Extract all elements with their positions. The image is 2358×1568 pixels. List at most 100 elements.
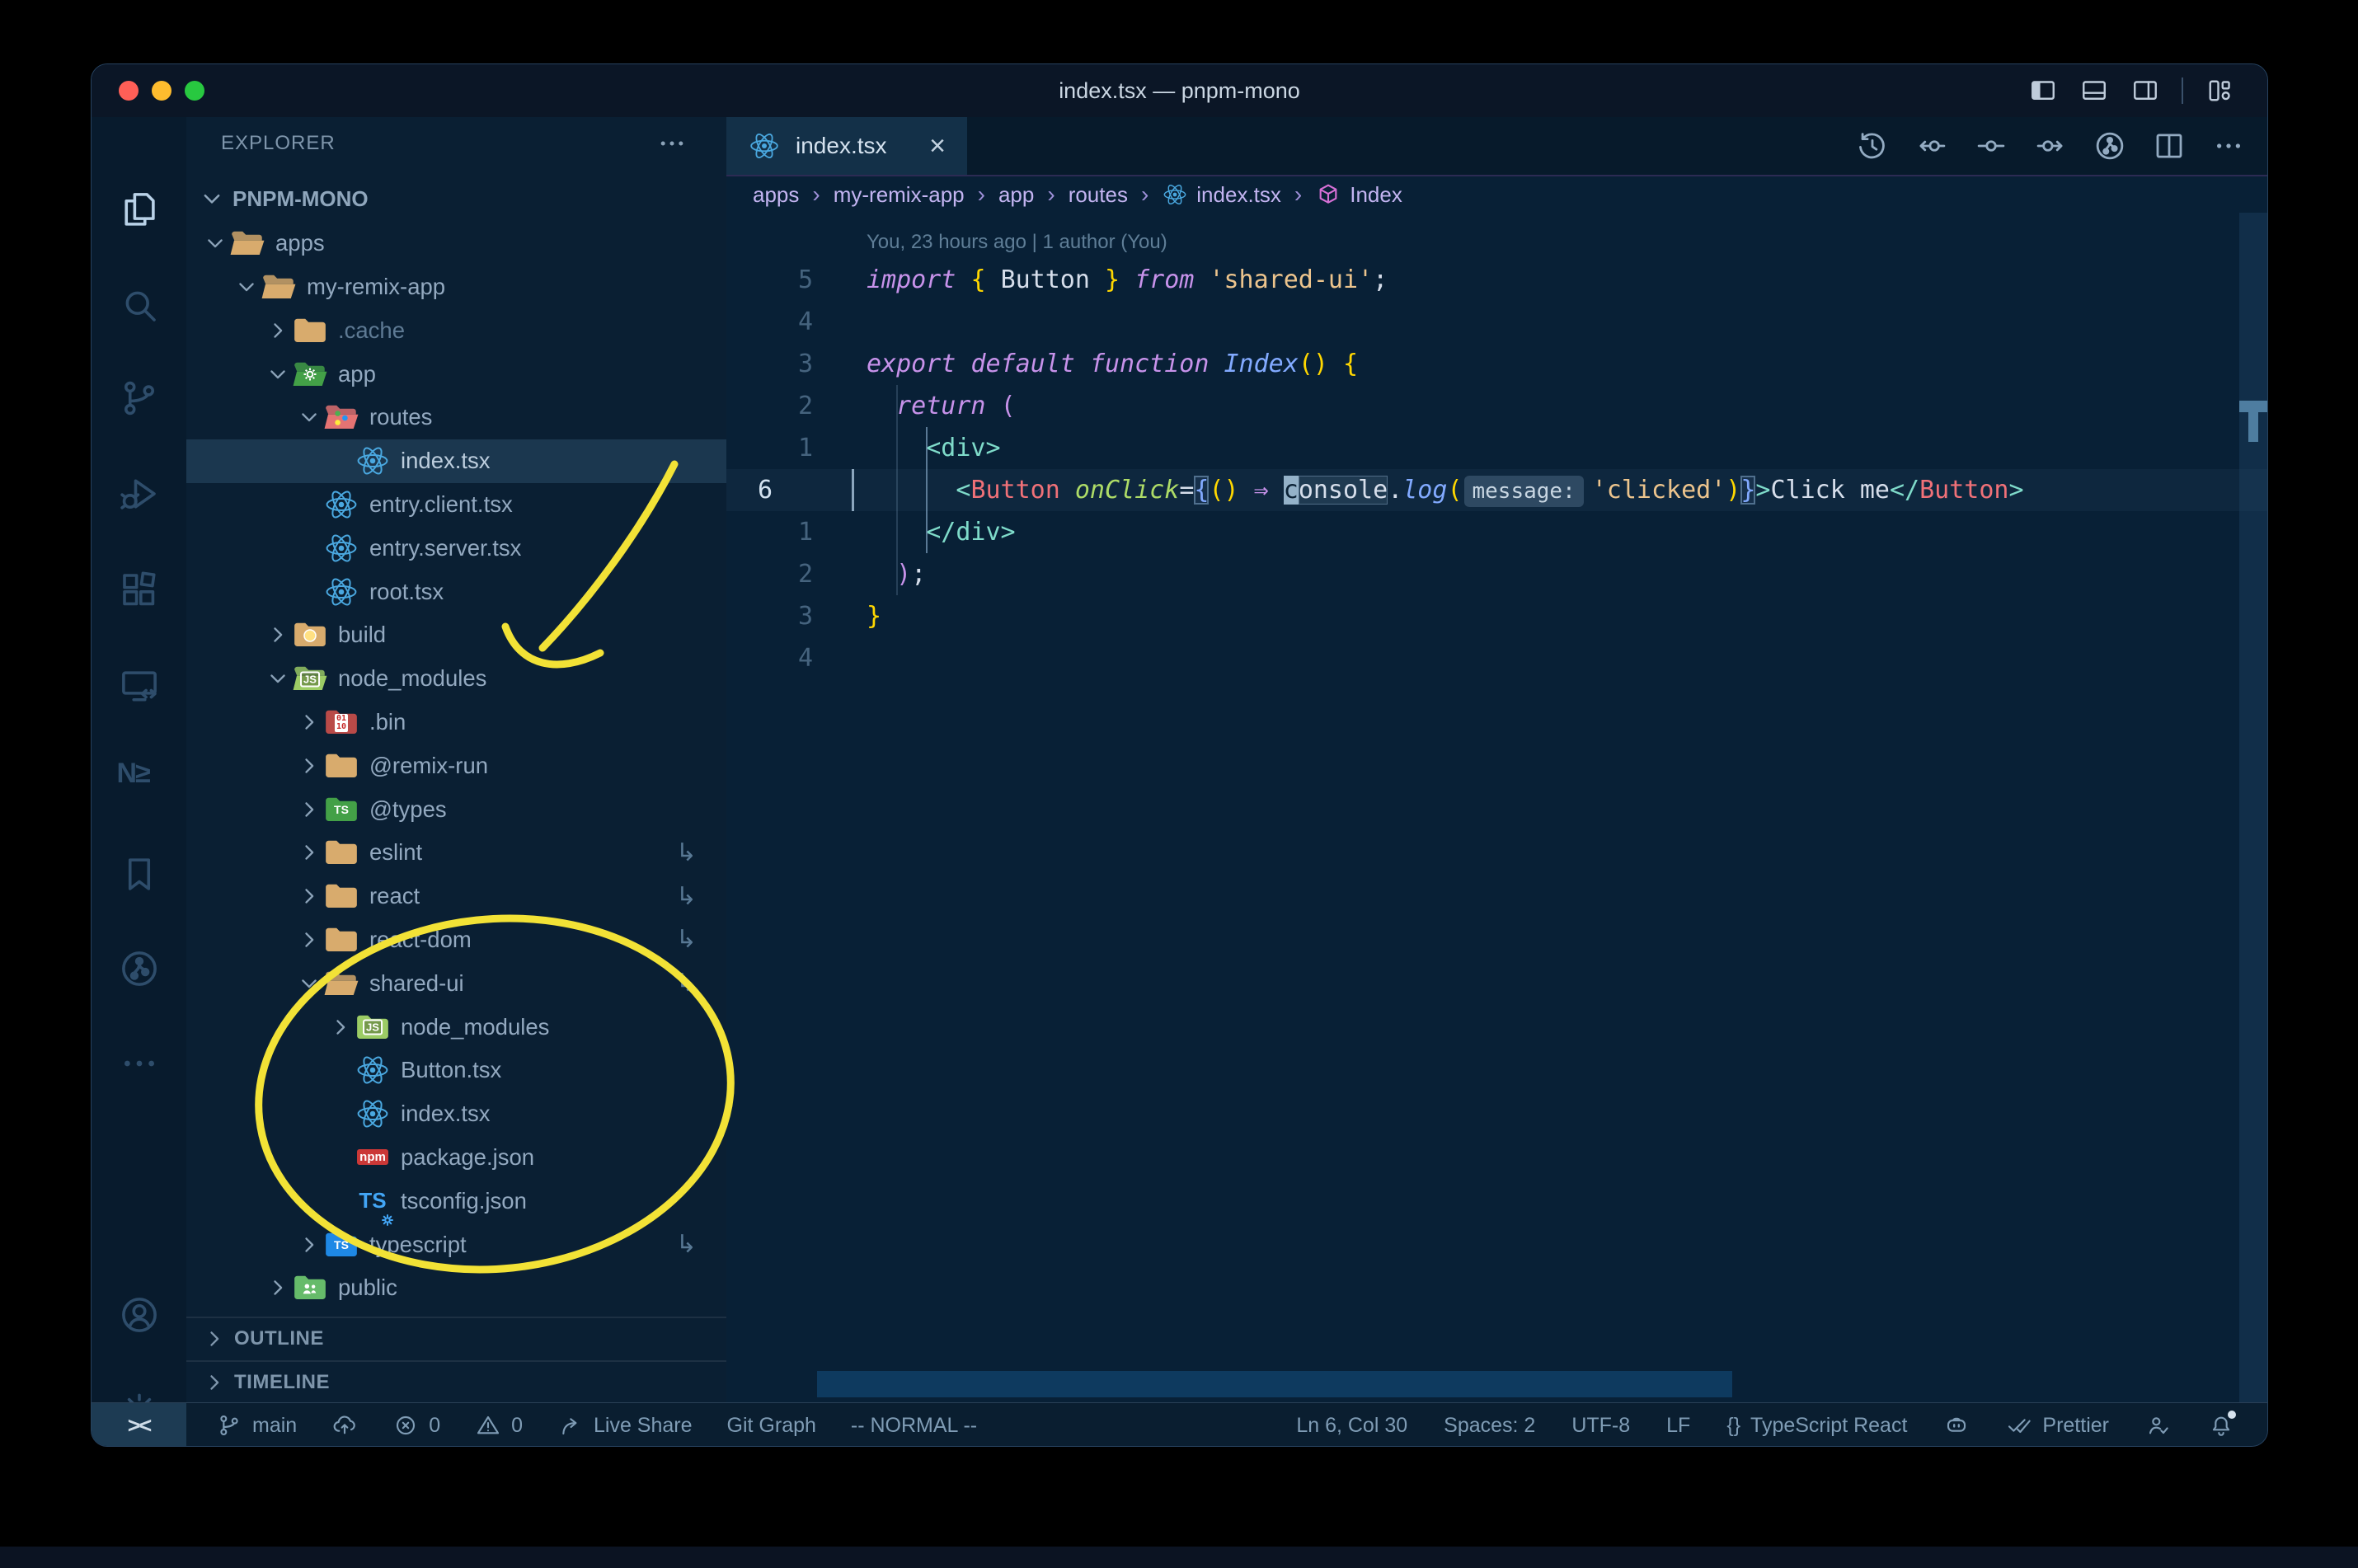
status-vim-mode[interactable]: -- NORMAL -- (851, 1414, 977, 1438)
tree-item-apps[interactable]: apps (186, 222, 726, 265)
status-branch[interactable]: main (216, 1412, 297, 1439)
status-git-graph[interactable]: Git Graph (727, 1414, 816, 1438)
views-and-more-actions-button[interactable] (655, 127, 688, 160)
tree-item-tsconfig-json[interactable]: TS tsconfig.json (186, 1179, 726, 1226)
close-window-button[interactable] (119, 81, 139, 101)
double-check-icon (2006, 1412, 2032, 1439)
status-live-share[interactable]: Live Share (557, 1412, 693, 1439)
breadcrumb-item-apps[interactable]: apps (753, 182, 799, 208)
chevron-right-icon (298, 841, 321, 864)
status-problems-errors[interactable]: 0 (392, 1412, 440, 1439)
horizontal-scrollbar[interactable] (817, 1371, 1732, 1397)
tree-item-index-tsx[interactable]: index.tsx (186, 1092, 726, 1136)
tree-item-button-tsx[interactable]: Button.tsx (186, 1049, 726, 1092)
remote-indicator[interactable]: >< (92, 1403, 186, 1446)
activity-item-more-views[interactable] (92, 1026, 186, 1101)
tree-item-typescript[interactable]: TS typescript ↳ (186, 1223, 726, 1266)
status-publish[interactable] (331, 1412, 358, 1439)
gitlens-codelens[interactable]: You, 23 hours ago | 1 author (You) (726, 226, 2267, 259)
tree-item-label: index.tsx (401, 1101, 491, 1127)
status-eol[interactable]: LF (1666, 1414, 1690, 1438)
breadcrumb-item-routes[interactable]: routes (1069, 182, 1128, 208)
breadcrumb-item-app[interactable]: app (998, 182, 1034, 208)
vertical-scrollbar[interactable] (2239, 213, 2267, 1402)
tree-item-label: node_modules (401, 1013, 550, 1040)
react-icon (355, 444, 391, 477)
ellipsis-icon[interactable] (2211, 129, 2246, 163)
tree-item--bin[interactable]: 01 10 .bin (186, 700, 726, 744)
code-line: 3 export default function Index() { (726, 343, 2267, 385)
activity-item-extensions[interactable] (92, 553, 186, 627)
status-feedback[interactable] (2145, 1412, 2172, 1439)
activity-item-remote-explorer[interactable] (92, 650, 186, 724)
status-language-mode[interactable]: {} TypeScript React (1726, 1414, 1907, 1438)
react-icon (355, 1054, 391, 1087)
tree-item-root-tsx[interactable]: root.tsx (186, 570, 726, 613)
layout-sidebar-right-icon[interactable] (2130, 76, 2160, 106)
previous-change-icon[interactable] (1914, 129, 1949, 163)
tree-item--types[interactable]: TS @types (186, 787, 726, 831)
status-prettier[interactable]: Prettier (2006, 1412, 2109, 1439)
layout-panel-icon[interactable] (2079, 76, 2109, 106)
activity-item-explorer[interactable] (92, 173, 186, 247)
tree-item-package-json[interactable]: npm package.json (186, 1135, 726, 1179)
status-encoding[interactable]: UTF-8 (1571, 1414, 1630, 1438)
tree-item-public[interactable]: public (186, 1266, 726, 1310)
activity-item-run-debug[interactable] (92, 457, 186, 531)
next-change-icon[interactable] (2033, 129, 2068, 163)
breadcrumb-item-my-remix-app[interactable]: my-remix-app (834, 182, 965, 208)
git-graph-icon[interactable] (2093, 129, 2127, 163)
tab-index-tsx[interactable]: index.tsx × (726, 117, 967, 175)
activity-item-git-graph[interactable] (92, 932, 186, 1006)
breadcrumb-item-index-tsx[interactable]: index.tsx (1162, 181, 1281, 208)
tree-item-routes[interactable]: routes (186, 396, 726, 439)
tree-item-label: react-dom (369, 926, 472, 952)
close-tab-button[interactable]: × (929, 132, 946, 160)
status-label: LF (1666, 1413, 1691, 1437)
tree-item-entry-server-tsx[interactable]: entry.server.tsx (186, 526, 726, 570)
activity-item-accounts[interactable] (92, 1278, 186, 1352)
folder-node-open-icon: JS (292, 662, 328, 695)
status-cursor-position[interactable]: Ln 6, Col 30 (1296, 1414, 1407, 1438)
breadcrumb-item-index[interactable]: Index (1315, 181, 1402, 208)
tree-item-build[interactable]: build (186, 613, 726, 657)
tree-item-label: .cache (338, 317, 406, 343)
history-icon[interactable] (1855, 129, 1890, 163)
breadcrumb-separator: › (812, 181, 820, 207)
layout-customize-icon[interactable] (2205, 76, 2234, 106)
tree-item-node-modules[interactable]: JS node_modules (186, 657, 726, 701)
tree-item-node-modules[interactable]: JS node_modules (186, 1005, 726, 1049)
activity-item-search[interactable] (92, 268, 186, 342)
split-editor-icon[interactable] (2152, 129, 2187, 163)
line-number: 4 (797, 307, 813, 336)
status-problems-warnings[interactable]: 0 (475, 1412, 523, 1439)
chevron-right-icon (266, 623, 289, 646)
activity-item-nx-console[interactable]: N≥ (92, 743, 186, 817)
minimize-window-button[interactable] (152, 81, 171, 101)
activity-item-bookmarks[interactable] (92, 837, 186, 911)
tree-item-shared-ui[interactable]: shared-ui ↳ (186, 961, 726, 1005)
tree-item-my-remix-app[interactable]: my-remix-app (186, 265, 726, 308)
tree-item-label: build (338, 622, 387, 648)
code-editor[interactable]: You, 23 hours ago | 1 author (You) 5 impo… (726, 213, 2267, 1402)
tree-item-eslint[interactable]: eslint ↳ (186, 831, 726, 875)
tree-item-label: package.json (401, 1143, 535, 1170)
panel-timeline[interactable]: TIMELINE (186, 1360, 726, 1402)
status-notifications[interactable] (2208, 1411, 2236, 1439)
open-changes-icon[interactable] (1974, 129, 2008, 163)
tree-item-react[interactable]: react ↳ (186, 875, 726, 918)
status-indentation[interactable]: Spaces: 2 (1444, 1414, 1535, 1438)
layout-sidebar-left-icon[interactable] (2028, 76, 2058, 106)
tree-item-react-dom[interactable]: react-dom ↳ (186, 918, 726, 961)
zoom-window-button[interactable] (185, 81, 204, 101)
activity-item-source-control[interactable] (92, 361, 186, 435)
tree-item--remix-run[interactable]: @remix-run (186, 744, 726, 787)
panel-outline[interactable]: OUTLINE (186, 1317, 726, 1359)
tree-item-app[interactable]: app (186, 352, 726, 396)
status-label: Spaces: 2 (1444, 1413, 1536, 1437)
tree-item-index-tsx[interactable]: index.tsx (186, 439, 726, 483)
workspace-section-header[interactable]: PNPM-MONO (186, 178, 726, 219)
tree-item--cache[interactable]: .cache (186, 308, 726, 352)
tree-item-entry-client-tsx[interactable]: entry.client.tsx (186, 482, 726, 526)
status-copilot[interactable] (1943, 1412, 1970, 1439)
